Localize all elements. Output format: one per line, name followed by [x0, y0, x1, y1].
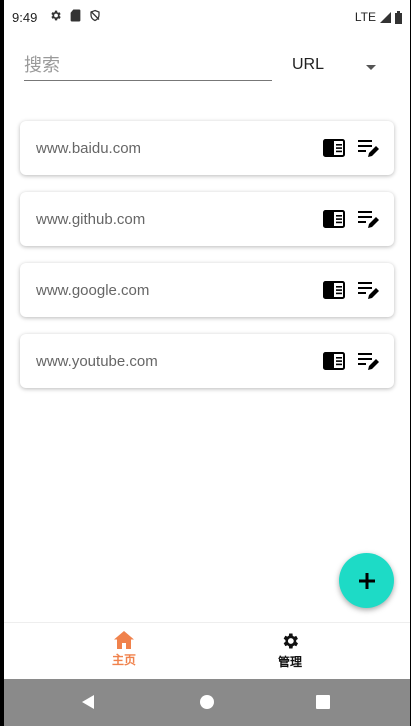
plus-icon	[358, 572, 375, 589]
add-site-button[interactable]	[339, 553, 394, 608]
search-input[interactable]	[24, 50, 272, 81]
edit-note-icon[interactable]	[357, 352, 379, 370]
site-url: www.google.com	[36, 282, 150, 299]
site-url: www.github.com	[36, 211, 146, 228]
site-url: www.baidu.com	[36, 140, 142, 157]
site-card[interactable]: www.github.com	[20, 192, 394, 246]
reader-icon[interactable]	[323, 210, 345, 228]
status-right: LTE	[355, 10, 402, 24]
chevron-down-icon	[366, 65, 376, 70]
site-card[interactable]: www.google.com	[20, 263, 394, 317]
reader-icon[interactable]	[323, 139, 345, 157]
app-screen: 9:49 LTE URL www.baidu.com www.github.co…	[4, 0, 410, 726]
recents-icon[interactable]	[315, 694, 331, 710]
edit-note-icon[interactable]	[357, 210, 379, 228]
search-row: URL	[24, 50, 390, 84]
settings-status-icon	[51, 10, 61, 21]
network-type: LTE	[354, 10, 376, 24]
bottom-navigation: 主页 管理	[4, 622, 410, 680]
nav-item-manage[interactable]: 管理	[260, 631, 320, 670]
back-icon[interactable]	[80, 694, 96, 710]
reader-icon[interactable]	[323, 281, 345, 299]
sd-card-icon	[70, 9, 81, 22]
nav-manage-label: 管理	[277, 655, 302, 669]
system-navigation-bar	[4, 679, 410, 726]
status-icons	[49, 9, 101, 22]
battery-icon	[395, 10, 402, 24]
home-circle-icon[interactable]	[199, 694, 215, 710]
edit-note-icon[interactable]	[357, 139, 379, 157]
reader-icon[interactable]	[323, 352, 345, 370]
site-card[interactable]: www.baidu.com	[20, 121, 394, 175]
nav-home-label: 主页	[111, 653, 136, 667]
signal-icon	[380, 11, 391, 23]
status-bar: 9:49 LTE	[4, 0, 410, 34]
home-icon	[114, 631, 134, 649]
edit-note-icon[interactable]	[357, 281, 379, 299]
search-filter-value: URL	[292, 56, 325, 73]
gear-icon	[283, 633, 298, 649]
site-url: www.youtube.com	[36, 353, 158, 370]
shield-icon	[90, 9, 100, 22]
search-filter-select[interactable]: URL	[292, 56, 382, 80]
site-card[interactable]: www.youtube.com	[20, 334, 394, 388]
status-time: 9:49	[12, 10, 38, 25]
nav-item-home[interactable]: 主页	[94, 631, 154, 668]
